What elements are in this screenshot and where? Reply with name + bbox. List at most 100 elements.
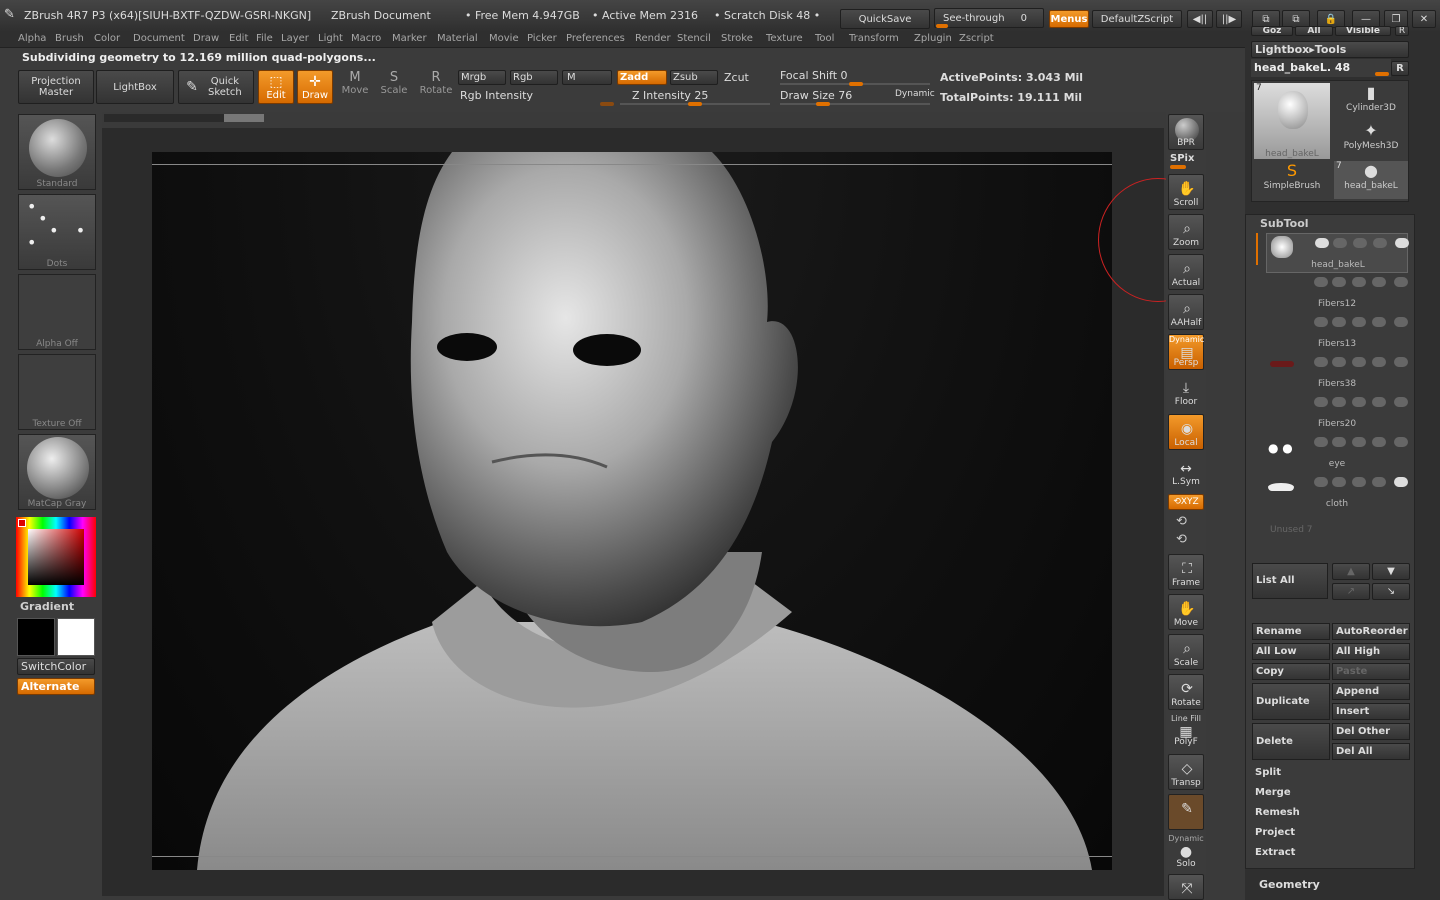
- geometry-section[interactable]: Geometry: [1259, 878, 1320, 891]
- quicksave-button[interactable]: QuickSave: [840, 9, 930, 29]
- tool-thumb-cylinder[interactable]: ▮ Cylinder3D: [1334, 83, 1408, 121]
- forward-icon[interactable]: ||▶: [1216, 10, 1242, 28]
- menu-item-layer[interactable]: Layer: [281, 33, 309, 44]
- menu-item-preferences[interactable]: Preferences: [566, 33, 625, 44]
- actual-button[interactable]: ⌕ Actual: [1168, 254, 1204, 290]
- menu-item-color[interactable]: Color: [94, 33, 120, 44]
- all-high-button[interactable]: All High: [1332, 643, 1410, 660]
- all-button[interactable]: All: [1295, 26, 1333, 36]
- visible-button[interactable]: Visible: [1335, 26, 1391, 36]
- autoreorder-button[interactable]: AutoReorder: [1332, 623, 1410, 640]
- tool-r-button[interactable]: R: [1391, 61, 1409, 76]
- frame-button[interactable]: ⛶ Frame: [1168, 554, 1204, 590]
- floor-button[interactable]: ⤓ Floor: [1168, 374, 1204, 408]
- menu-item-material[interactable]: Material: [437, 33, 478, 44]
- xyz-rotate-button[interactable]: ⟲XYZ: [1168, 494, 1204, 510]
- quick-sketch-button[interactable]: ✎ Quick Sketch: [178, 70, 254, 104]
- rotate-button[interactable]: R Rotate: [418, 70, 454, 104]
- menu-item-stroke[interactable]: Stroke: [721, 33, 753, 44]
- aahalf-button[interactable]: ⌕ AAHalf: [1168, 294, 1204, 330]
- menu-item-brush[interactable]: Brush: [55, 33, 84, 44]
- menu-item-movie[interactable]: Movie: [489, 33, 519, 44]
- default-zscript-button[interactable]: DefaultZScript: [1092, 10, 1182, 28]
- list-all-button[interactable]: List All: [1252, 563, 1328, 599]
- brush-thumbnail[interactable]: Standard: [18, 114, 96, 190]
- projection-master-button[interactable]: Projection Master: [18, 70, 94, 104]
- merge-button[interactable]: Merge: [1252, 785, 1410, 802]
- tool-thumb-head-bake[interactable]: 7 head_bakeL: [1254, 83, 1330, 159]
- primary-color-swatch[interactable]: [17, 618, 55, 656]
- subtool-title[interactable]: SubTool: [1260, 217, 1309, 230]
- solo-button[interactable]: Dynamic ● Solo: [1168, 834, 1204, 870]
- menu-item-transform[interactable]: Transform: [849, 33, 899, 44]
- bpr-button[interactable]: BPR: [1168, 114, 1204, 150]
- menu-item-stencil[interactable]: Stencil: [677, 33, 711, 44]
- menu-item-marker[interactable]: Marker: [392, 33, 427, 44]
- lightbox-button[interactable]: LightBox: [96, 70, 174, 104]
- scroll-button[interactable]: ✋ Scroll: [1168, 174, 1204, 210]
- subtool-row-eye[interactable]: ● ● eye: [1266, 433, 1408, 473]
- move-up-icon[interactable]: ▲: [1332, 563, 1370, 580]
- subtool-toggles[interactable]: [1314, 397, 1408, 409]
- zsub-button[interactable]: Zsub: [670, 70, 718, 85]
- current-tool-slider[interactable]: head_bakeL. 48: [1251, 59, 1391, 77]
- polyf-button[interactable]: Line Fill ▦ PolyF: [1168, 714, 1204, 748]
- see-through-knob[interactable]: [936, 24, 948, 28]
- subtool-row-fibers13[interactable]: Fibers13: [1266, 313, 1408, 353]
- subtool-row-cloth[interactable]: cloth: [1266, 473, 1408, 513]
- move-view-button[interactable]: ✋ Move: [1168, 594, 1204, 630]
- subtool-toggles[interactable]: [1314, 277, 1408, 289]
- dynamic-toggle[interactable]: Dynamic: [895, 89, 935, 99]
- menu-item-edit[interactable]: Edit: [229, 33, 248, 44]
- draw-size-knob[interactable]: [816, 102, 830, 106]
- edit-button[interactable]: ⬚ Edit: [258, 70, 294, 104]
- spix-slider[interactable]: SPix: [1170, 153, 1194, 164]
- alpha-thumbnail[interactable]: Alpha Off: [18, 274, 96, 350]
- y-rotate-icon[interactable]: ⟲: [1176, 514, 1187, 529]
- rgb-button[interactable]: Rgb: [510, 70, 558, 85]
- subtool-row-fibers12[interactable]: Fibers12: [1266, 273, 1408, 313]
- z-rotate-icon[interactable]: ⟲: [1176, 532, 1187, 547]
- draw-size-track[interactable]: [780, 103, 930, 105]
- rgb-intensity-knob[interactable]: [600, 102, 614, 106]
- subtool-row-fibers20[interactable]: Fibers20: [1266, 393, 1408, 433]
- goz-button[interactable]: Goz: [1251, 26, 1293, 36]
- all-low-button[interactable]: All Low: [1252, 643, 1330, 660]
- menu-item-render[interactable]: Render: [635, 33, 671, 44]
- split-button[interactable]: Split: [1252, 765, 1410, 782]
- z-intensity-knob[interactable]: [688, 102, 702, 106]
- zadd-button[interactable]: Zadd: [617, 70, 667, 85]
- menu-item-zplugin[interactable]: Zplugin: [914, 33, 952, 44]
- rotate-view-button[interactable]: ⟳ Rotate: [1168, 674, 1204, 710]
- document-tab-active[interactable]: [224, 114, 264, 122]
- move-button[interactable]: M Move: [338, 70, 372, 104]
- lsym-button[interactable]: ↔ L.Sym: [1168, 458, 1204, 488]
- texture-thumbnail[interactable]: Texture Off: [18, 354, 96, 430]
- menu-item-zscript[interactable]: Zscript: [959, 33, 994, 44]
- subtool-toggles[interactable]: [1314, 317, 1408, 329]
- scale-view-button[interactable]: ⌕ Scale: [1168, 634, 1204, 670]
- color-picker-square[interactable]: [28, 529, 84, 585]
- menu-item-light[interactable]: Light: [318, 33, 343, 44]
- menu-item-tool[interactable]: Tool: [815, 33, 834, 44]
- sculpt-model[interactable]: [152, 152, 1112, 870]
- menu-item-draw[interactable]: Draw: [193, 33, 219, 44]
- secondary-color-swatch[interactable]: [57, 618, 95, 656]
- rename-button[interactable]: Rename: [1252, 623, 1330, 640]
- subtool-row-fibers38[interactable]: Fibers38: [1266, 353, 1408, 393]
- switchcolor-button[interactable]: SwitchColor: [17, 658, 95, 675]
- del-all-button[interactable]: Del All: [1332, 743, 1410, 760]
- project-button[interactable]: Project: [1252, 825, 1410, 842]
- document-viewport[interactable]: [152, 152, 1112, 870]
- zoom-button[interactable]: ⌕ Zoom: [1168, 214, 1204, 250]
- subtool-toggles[interactable]: [1314, 357, 1408, 369]
- see-through-slider[interactable]: See-through 0: [934, 8, 1044, 28]
- z-intensity-slider[interactable]: Z Intensity 25: [632, 89, 708, 102]
- draw-size-slider[interactable]: Draw Size 76: [780, 89, 852, 102]
- stroke-thumbnail[interactable]: • • • • • Dots: [18, 194, 96, 270]
- xpose-button[interactable]: ⤧: [1168, 874, 1204, 900]
- goz-r-button[interactable]: R: [1395, 26, 1409, 36]
- tool-thumb-head-bake-2[interactable]: 7 ● head_bakeL: [1334, 161, 1408, 199]
- del-other-button[interactable]: Del Other: [1332, 723, 1410, 740]
- rgb-intensity-slider[interactable]: Rgb Intensity: [460, 89, 533, 102]
